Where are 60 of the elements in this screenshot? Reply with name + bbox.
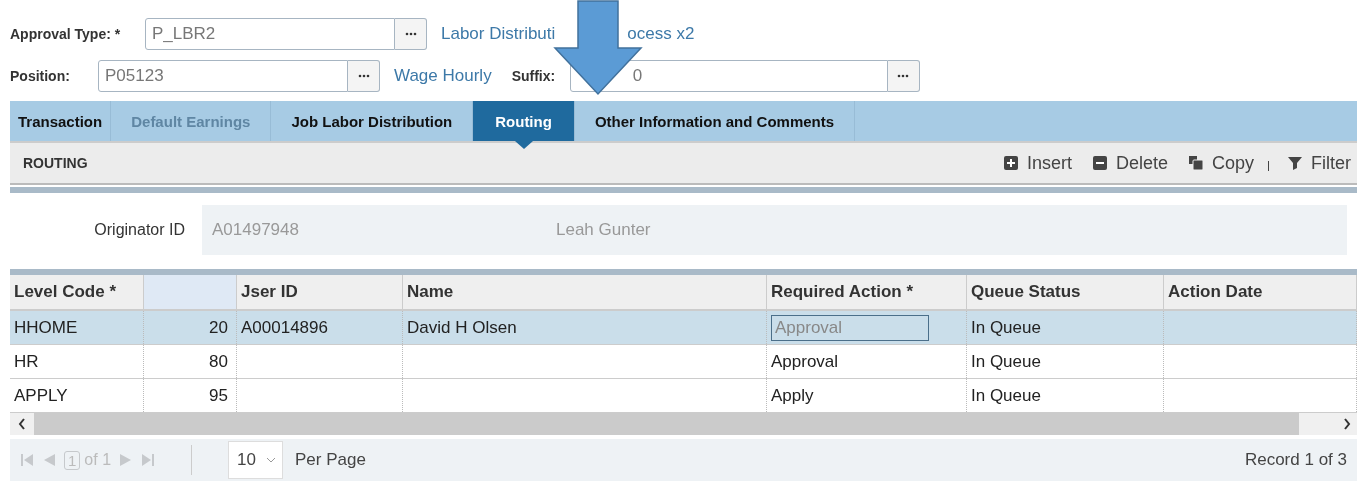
ellipsis-icon: [897, 74, 910, 78]
table-cell: Approval: [771, 351, 839, 371]
first-page-icon[interactable]: [20, 452, 34, 468]
scroll-left-icon[interactable]: [18, 418, 26, 430]
ellipsis-icon: [357, 74, 370, 78]
column-header[interactable]: Name: [402, 275, 767, 310]
field-label: Position:: [10, 68, 71, 84]
delete-button[interactable]: Delete: [1077, 152, 1174, 174]
per-page-select[interactable]: 10: [228, 441, 283, 479]
table-cell: APPLY: [14, 385, 68, 405]
column-header[interactable]: Action Date: [1163, 275, 1357, 310]
copy-icon: [1187, 155, 1204, 171]
description-text: Wage Hourly: [394, 66, 492, 86]
table-cell: A00014896: [241, 317, 328, 337]
separator-mark: [1268, 161, 1269, 171]
ellipsis-icon: [404, 32, 417, 36]
column-header[interactable]: Jser ID: [236, 275, 403, 310]
last-page-icon[interactable]: [141, 452, 156, 468]
table-cell: In Queue: [971, 385, 1041, 405]
column-header[interactable]: Required Action *: [766, 275, 967, 310]
description-text: Labor Distributi: [441, 24, 556, 44]
table-cell: David H Olsen: [407, 317, 517, 337]
table-cell: Apply: [771, 385, 814, 405]
lookup-button[interactable]: [348, 60, 380, 92]
section-title: ROUTING: [22, 155, 88, 171]
table-cell: HR: [14, 351, 39, 371]
minus-icon: [1091, 155, 1108, 171]
lookup-button[interactable]: [395, 18, 427, 50]
table-row[interactable]: HR 80 Approval In Queue: [10, 344, 1357, 379]
filter-icon: [1287, 155, 1303, 171]
copy-button[interactable]: Copy: [1173, 152, 1260, 174]
record-count: Record 1 of 3: [1244, 450, 1348, 470]
filter-button[interactable]: Filter: [1273, 152, 1357, 174]
page-count: of 1: [84, 451, 112, 469]
table-cell: In Queue: [971, 317, 1041, 337]
table-row[interactable]: HHOME 20 A00014896 David H Olsen Approval In Queue: [10, 310, 1357, 345]
per-page-label: Per Page: [294, 450, 366, 470]
scroll-right-icon[interactable]: [1343, 418, 1351, 430]
insert-button[interactable]: Insert: [988, 152, 1078, 174]
table-cell: 20: [209, 317, 228, 337]
field-label: Suffix:: [511, 68, 557, 84]
originator-id: A01497948: [211, 220, 300, 240]
lookup-field[interactable]: P_LBR2: [145, 18, 395, 50]
field-label: Originator ID: [93, 221, 186, 239]
column-header-blank[interactable]: [143, 275, 237, 310]
table-cell: HHOME: [14, 317, 78, 337]
originator-name: Leah Gunter: [556, 220, 651, 240]
column-header[interactable]: Level Code *: [10, 275, 144, 310]
lookup-field[interactable]: P05123: [98, 60, 348, 92]
plus-icon: [1002, 155, 1019, 171]
field-label: Approval Type: *: [10, 26, 122, 42]
table-cell: In Queue: [971, 351, 1041, 371]
column-header[interactable]: Queue Status: [966, 275, 1164, 310]
lookup-button[interactable]: [887, 60, 920, 92]
previous-page-icon[interactable]: [42, 452, 56, 468]
table-cell: 95: [209, 385, 228, 405]
chevron-down-icon: [265, 457, 276, 463]
description-text: ocess x2: [627, 24, 695, 44]
table-cell: 80: [209, 351, 228, 371]
table-row[interactable]: APPLY 95 Apply In Queue: [10, 378, 1357, 413]
